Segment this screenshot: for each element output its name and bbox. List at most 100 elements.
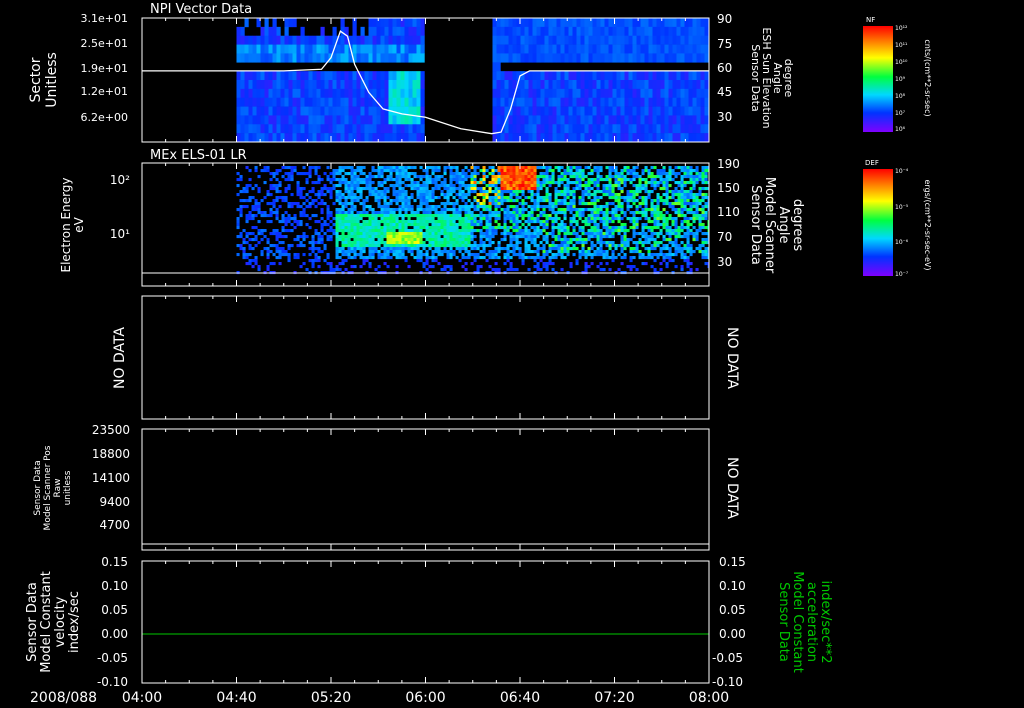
els-cell bbox=[494, 169, 498, 173]
npi-cell bbox=[308, 53, 313, 63]
npi-cell bbox=[692, 133, 697, 142]
els-cell bbox=[653, 166, 657, 170]
els-cell bbox=[503, 196, 507, 200]
els-cell bbox=[632, 175, 636, 179]
els-cell bbox=[377, 214, 381, 218]
npi-cell bbox=[508, 80, 513, 90]
npi-cell bbox=[660, 124, 665, 134]
els-cell bbox=[410, 187, 414, 191]
npi-cell bbox=[696, 133, 701, 142]
els-cell bbox=[632, 226, 636, 230]
npi-cell bbox=[256, 106, 261, 116]
npi-cell bbox=[236, 80, 241, 90]
npi-cell bbox=[524, 124, 529, 134]
els-cell bbox=[380, 235, 384, 239]
els-cell bbox=[290, 223, 294, 227]
npi-cell bbox=[292, 35, 297, 45]
els-cell bbox=[644, 199, 648, 203]
els-cell bbox=[515, 226, 519, 230]
els-cell bbox=[698, 190, 702, 194]
els-cell bbox=[602, 250, 606, 254]
els-cell bbox=[482, 241, 486, 245]
els-cell bbox=[542, 220, 546, 224]
npi-cell bbox=[688, 115, 693, 125]
npi-cell bbox=[368, 97, 373, 107]
els-cell bbox=[686, 196, 690, 200]
els-cell bbox=[329, 172, 333, 176]
els-cell bbox=[560, 199, 564, 203]
els-cell bbox=[599, 175, 603, 179]
els-cell bbox=[419, 241, 423, 245]
els-cell bbox=[455, 175, 459, 179]
npi-cell bbox=[296, 124, 301, 134]
els-cell bbox=[446, 235, 450, 239]
els-cell bbox=[623, 199, 627, 203]
npi-cell bbox=[284, 26, 289, 37]
els-cell bbox=[332, 268, 336, 272]
els-cell bbox=[356, 196, 360, 200]
els-cell bbox=[434, 220, 438, 224]
els-cell bbox=[647, 181, 651, 185]
els-cell bbox=[311, 238, 315, 242]
npi-cell bbox=[660, 26, 665, 37]
colorbar-def: DEF 10⁻⁴ 10⁻⁵ 10⁻⁶ 10⁻⁷ ergs/(cm**2-sr-s… bbox=[863, 159, 932, 278]
els-cell bbox=[284, 187, 288, 191]
els-cell bbox=[674, 190, 678, 194]
els-cell bbox=[590, 172, 594, 176]
npi-cell bbox=[272, 18, 277, 28]
els-cell bbox=[248, 259, 252, 263]
els-cell bbox=[404, 256, 408, 260]
npi-cell bbox=[676, 80, 681, 90]
els-cell bbox=[692, 226, 696, 230]
els-cell bbox=[266, 214, 270, 218]
els-cell bbox=[359, 178, 363, 182]
npi-cell bbox=[408, 97, 413, 107]
els-cell bbox=[539, 211, 543, 215]
npi-cell bbox=[536, 88, 541, 99]
els-cell bbox=[488, 253, 492, 257]
els-cell bbox=[650, 214, 654, 218]
npi-cell bbox=[672, 88, 677, 99]
npi-cell bbox=[652, 88, 657, 99]
els-cell bbox=[311, 265, 315, 269]
npi-cell bbox=[688, 106, 693, 116]
npi-cell bbox=[416, 88, 421, 99]
els-cell bbox=[386, 232, 390, 236]
nodata-frame bbox=[141, 295, 710, 420]
els-cell bbox=[524, 226, 528, 230]
els-cell bbox=[641, 232, 645, 236]
els-cell bbox=[575, 178, 579, 182]
els-cell bbox=[290, 229, 294, 233]
npi-cell bbox=[504, 26, 509, 37]
els-cell bbox=[317, 175, 321, 179]
npi-cell bbox=[652, 18, 657, 28]
npi-cell bbox=[580, 88, 585, 99]
npi-cell bbox=[316, 106, 321, 116]
els-cell bbox=[446, 229, 450, 233]
els-cell bbox=[407, 217, 411, 221]
els-cell bbox=[632, 172, 636, 176]
els-cell bbox=[404, 211, 408, 215]
els-cell bbox=[581, 190, 585, 194]
npi-cell bbox=[644, 35, 649, 45]
els-cell bbox=[674, 217, 678, 221]
els-cell bbox=[599, 211, 603, 215]
npi-cell bbox=[640, 88, 645, 99]
els-cell bbox=[569, 232, 573, 236]
npi-cell bbox=[284, 88, 289, 99]
els-cell bbox=[431, 217, 435, 221]
els-cell bbox=[425, 169, 429, 173]
npi-cell bbox=[368, 106, 373, 116]
els-cell bbox=[356, 166, 360, 170]
els-cell bbox=[284, 220, 288, 224]
els-cell bbox=[488, 202, 492, 206]
els-cell bbox=[425, 217, 429, 221]
els-cell bbox=[662, 256, 666, 260]
els-cell bbox=[512, 187, 516, 191]
npi-cell bbox=[588, 80, 593, 90]
els-cell bbox=[701, 175, 705, 179]
npi-cell bbox=[272, 71, 277, 81]
els-cell bbox=[362, 214, 366, 218]
npi-cell bbox=[384, 44, 389, 54]
npi-cell bbox=[564, 26, 569, 37]
